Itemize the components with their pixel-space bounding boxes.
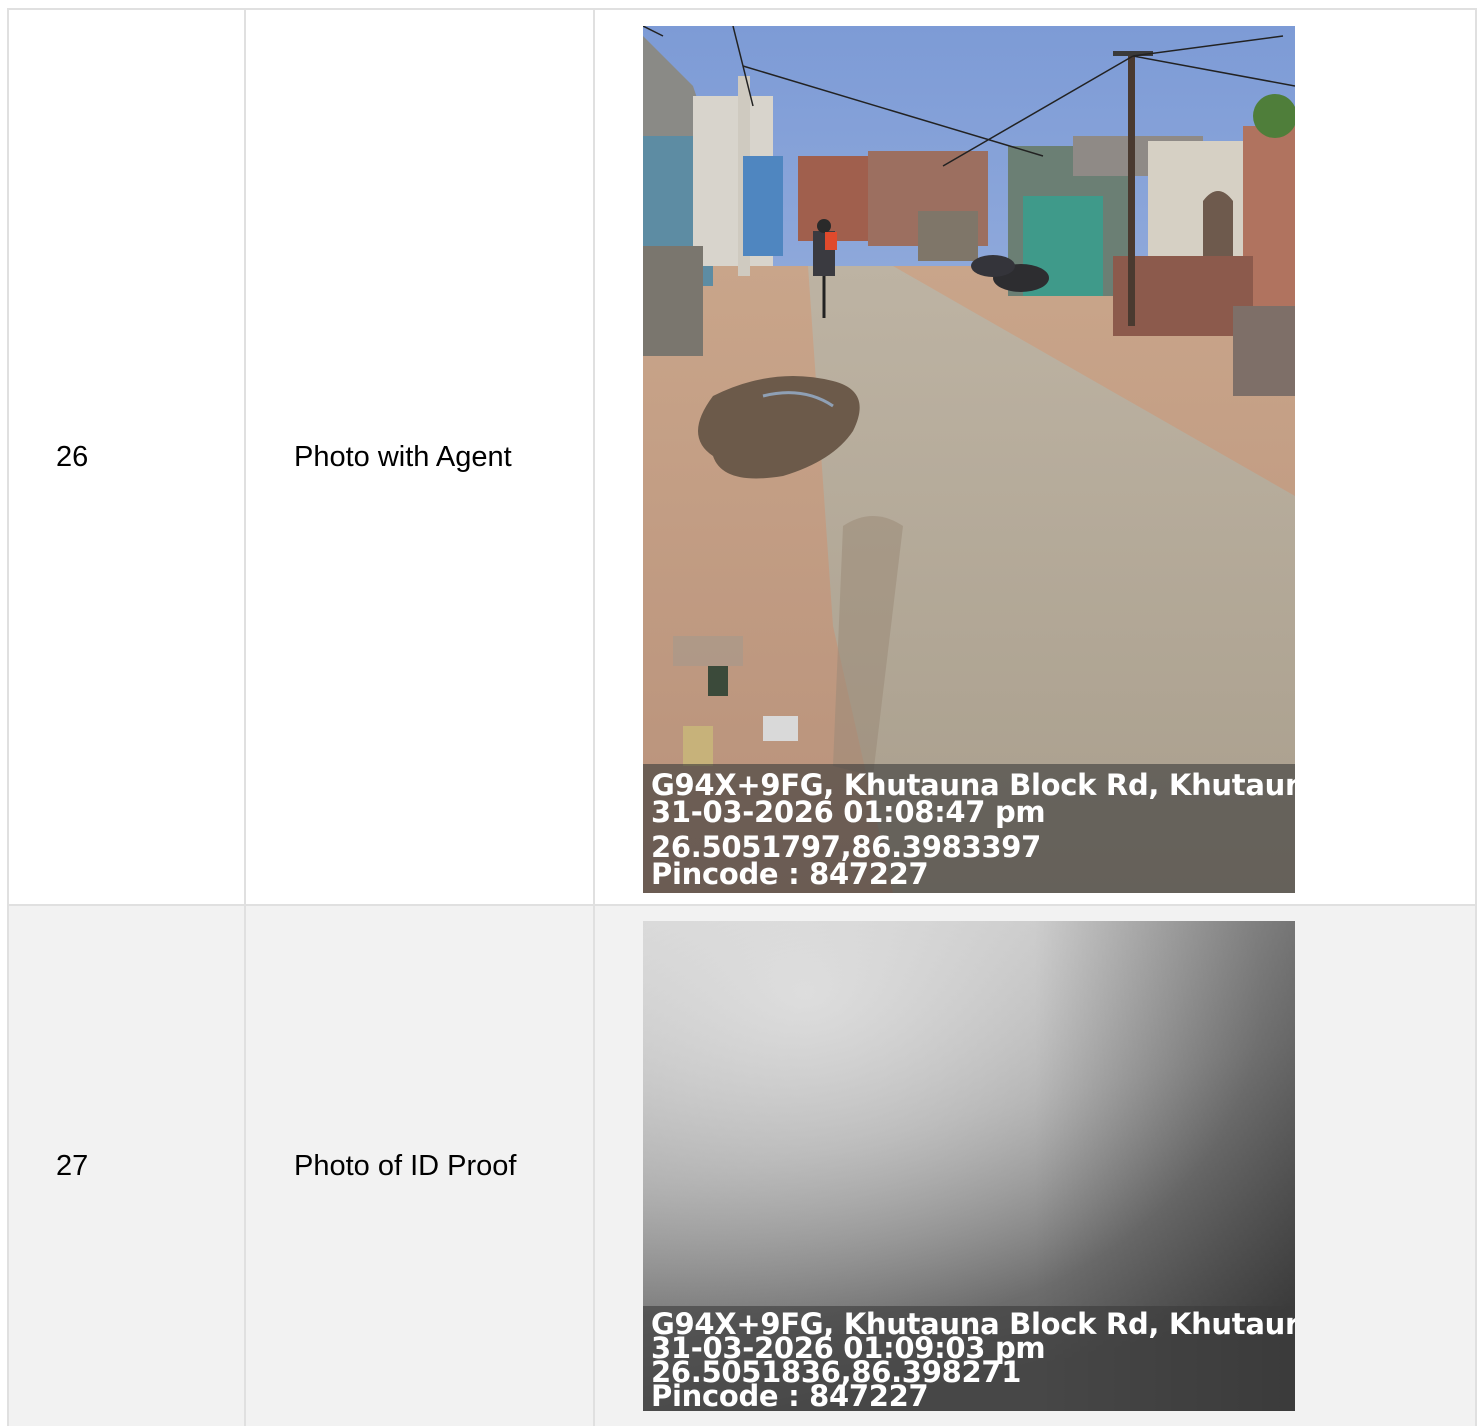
photo-table: 26 Photo with Agent G94X+9FG, Khutauna B… — [7, 8, 1477, 1426]
geo-stamp: G94X+9FG, Khutauna Block Rd, Khutaur 31-… — [643, 1306, 1295, 1411]
photo-cell: G94X+9FG, Khutauna Block Rd, Khutaur 31-… — [595, 906, 1475, 1426]
row-number: 27 — [9, 906, 246, 1426]
id-proof-photo[interactable]: G94X+9FG, Khutauna Block Rd, Khutaur 31-… — [643, 921, 1295, 1411]
table-row: 27 Photo of ID Proof G94X+9FG, Khutauna … — [9, 906, 1475, 1426]
table-row: 26 Photo with Agent G94X+9FG, Khutauna B… — [9, 10, 1475, 906]
stamp-datetime: 31-03-2026 01:08:47 pm — [651, 795, 1046, 829]
photo-cell: G94X+9FG, Khutauna Block Rd, Khutaun 31-… — [595, 10, 1475, 904]
street-scene-image — [643, 26, 1295, 893]
row-label: Photo of ID Proof — [246, 906, 595, 1426]
agent-photo[interactable]: G94X+9FG, Khutauna Block Rd, Khutaun 31-… — [643, 26, 1295, 893]
stamp-pincode: Pincode : 847227 — [651, 857, 929, 891]
row-label: Photo with Agent — [246, 10, 595, 904]
geo-stamp: G94X+9FG, Khutauna Block Rd, Khutaun 31-… — [643, 764, 1295, 893]
row-number: 26 — [9, 10, 246, 904]
